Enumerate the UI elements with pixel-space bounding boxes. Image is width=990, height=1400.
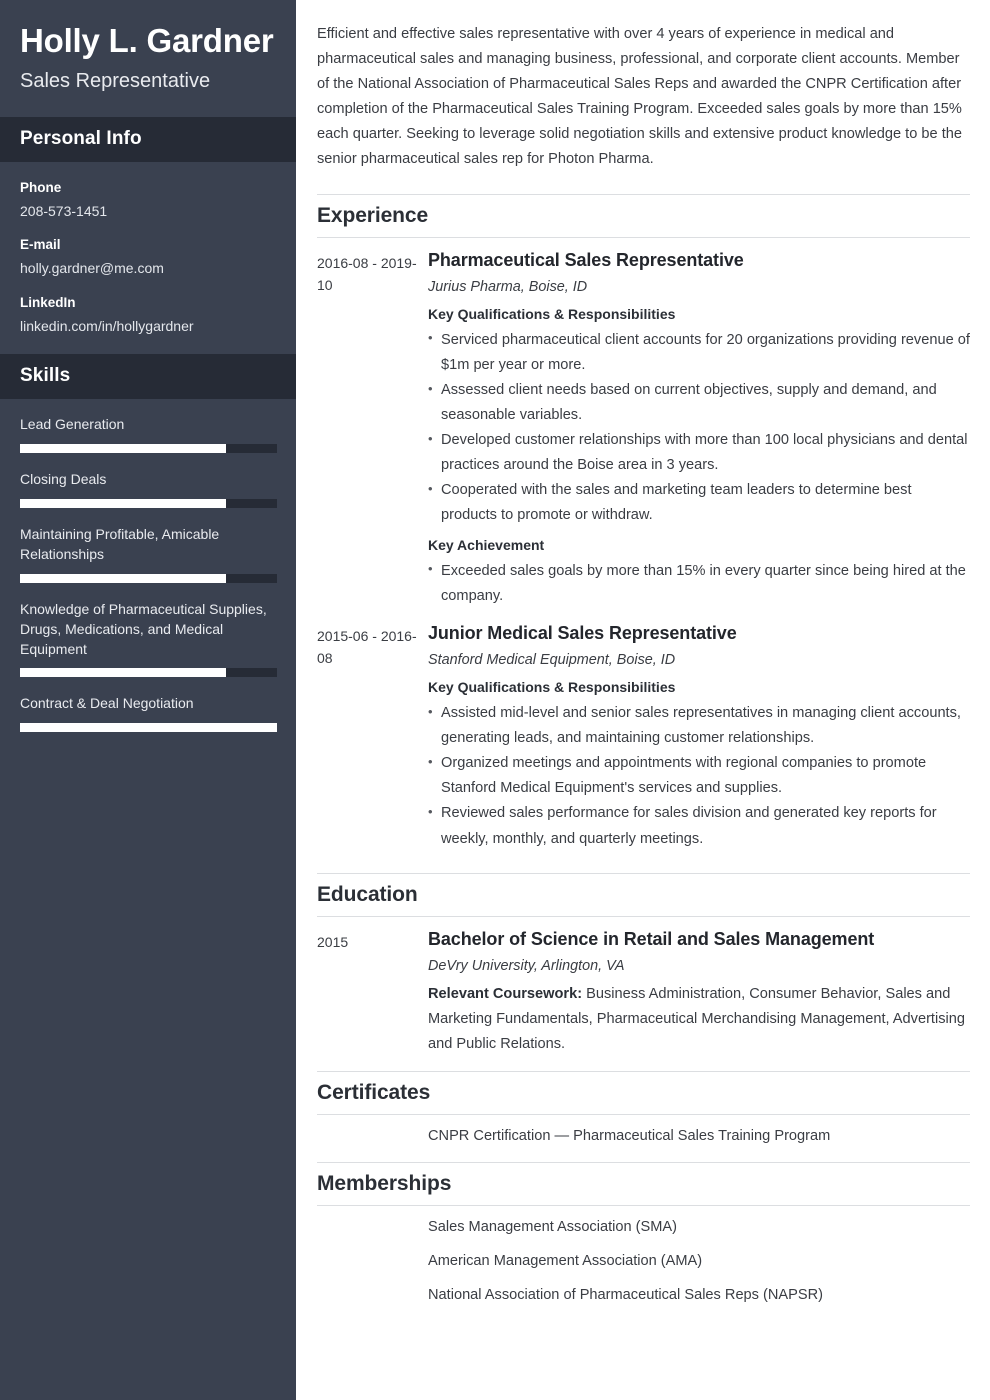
- entry-achievement-label: Key Achievement: [428, 536, 545, 553]
- entry-date-range: 2015: [317, 933, 349, 950]
- skill-bar-track: [20, 499, 277, 508]
- skill-item: Lead Generation: [20, 415, 277, 454]
- entry-company: Stanford Medical Equipment, Boise, ID: [428, 652, 676, 669]
- section-certificates: Certificates CNPR Certification — Pharma…: [317, 1071, 970, 1148]
- education-entry: 2015 Bachelor of Science in Retail and S…: [317, 928, 970, 1058]
- bullet-item: Cooperated with the sales and marketing …: [428, 478, 970, 528]
- contact-value-linkedin[interactable]: linkedin.com/in/hollygardner: [20, 316, 276, 336]
- contact-item-email: E-mail holly.gardner@me.com: [20, 235, 276, 279]
- main-content: Efficient and effective sales representa…: [296, 0, 990, 1400]
- skill-bar-track: [20, 668, 277, 678]
- skill-bar-fill: [20, 668, 226, 678]
- skill-bar-fill: [20, 444, 226, 454]
- entry-qualifications-label: Key Qualifications & Responsibilities: [428, 679, 676, 696]
- certificate-text: CNPR Certification — Pharmaceutical Sale…: [428, 1128, 831, 1145]
- contact-value-email[interactable]: holly.gardner@me.com: [20, 258, 276, 278]
- section-heading-memberships: Memberships: [317, 1162, 970, 1207]
- entry-details: Junior Medical Sales Representative Stan…: [428, 622, 970, 852]
- memberships-list: Sales Management Association (SMA) Ameri…: [317, 1206, 970, 1307]
- experience-entry: 2016-08 - 2019-10 Pharmaceutical Sales R…: [317, 249, 970, 609]
- membership-text: Sales Management Association (SMA): [428, 1219, 678, 1236]
- membership-text: National Association of Pharmaceutical S…: [428, 1286, 824, 1303]
- skill-bar-track: [20, 573, 277, 583]
- skill-bar-fill: [20, 573, 226, 583]
- entry-school: DeVry University, Arlington, VA: [428, 957, 625, 974]
- entry-achievement-list: Exceeded sales goals by more than 15% in…: [428, 558, 970, 609]
- list-item: American Management Association (AMA): [317, 1251, 970, 1273]
- contact-label: Phone: [20, 179, 62, 195]
- skills-heading: Skills: [0, 354, 296, 400]
- bullet-item: Serviced pharmaceutical client accounts …: [428, 327, 970, 378]
- list-item: Sales Management Association (SMA): [317, 1217, 970, 1239]
- skills-list: Lead Generation Closing Deals Maintainin…: [0, 399, 296, 752]
- contact-value-phone[interactable]: 208-573-1451: [20, 201, 276, 221]
- entry-coursework: Relevant Coursework: Business Administra…: [428, 982, 970, 1057]
- education-entries: 2015 Bachelor of Science in Retail and S…: [317, 917, 970, 1058]
- resume-page: Holly L. Gardner Sales Representative Pe…: [0, 0, 990, 1400]
- personal-info-list: Phone 208-573-1451 E-mail holly.gardner@…: [0, 162, 296, 355]
- entry-company: Jurius Pharma, Boise, ID: [428, 278, 588, 295]
- entry-degree: Bachelor of Science in Retail and Sales …: [428, 928, 875, 949]
- sidebar: Holly L. Gardner Sales Representative Pe…: [0, 0, 296, 1400]
- bullet-item: Reviewed sales performance for sales div…: [428, 801, 970, 851]
- certificates-list: CNPR Certification — Pharmaceutical Sale…: [317, 1115, 970, 1148]
- skill-bar-fill: [20, 499, 226, 508]
- skill-item: Maintaining Profitable, Amicable Relatio…: [20, 525, 277, 583]
- section-memberships: Memberships Sales Management Association…: [317, 1162, 970, 1307]
- entry-details: Bachelor of Science in Retail and Sales …: [428, 928, 970, 1058]
- entry-details: Pharmaceutical Sales Representative Juri…: [428, 249, 970, 609]
- list-item: National Association of Pharmaceutical S…: [317, 1285, 970, 1307]
- skill-label: Contract & Deal Negotiation: [20, 695, 194, 712]
- contact-label: LinkedIn: [20, 294, 76, 310]
- section-heading-certificates: Certificates: [317, 1071, 970, 1116]
- skill-label: Lead Generation: [20, 416, 125, 433]
- skill-label: Knowledge of Pharmaceutical Supplies, Dr…: [20, 600, 267, 657]
- section-heading-experience: Experience: [317, 193, 970, 238]
- entry-date-range: 2015-06 - 2016-08: [317, 627, 417, 667]
- bullet-item: Exceeded sales goals by more than 15% in…: [428, 558, 970, 609]
- skill-label: Closing Deals: [20, 471, 107, 488]
- candidate-name: Holly L. Gardner: [20, 22, 274, 59]
- bullet-item: Organized meetings and appointments with…: [428, 751, 970, 801]
- skill-item: Closing Deals: [20, 470, 277, 508]
- contact-label: E-mail: [20, 237, 61, 253]
- skill-item: Contract & Deal Negotiation: [20, 694, 277, 733]
- skill-bar-track: [20, 723, 277, 733]
- sidebar-header: Holly L. Gardner Sales Representative: [0, 0, 296, 117]
- experience-entries: 2016-08 - 2019-10 Pharmaceutical Sales R…: [317, 238, 970, 852]
- professional-summary: Efficient and effective sales representa…: [317, 26, 962, 168]
- list-item: CNPR Certification — Pharmaceutical Sale…: [317, 1126, 970, 1148]
- entry-qualifications-list: Serviced pharmaceutical client accounts …: [428, 327, 970, 529]
- entry-date-range: 2016-08 - 2019-10: [317, 254, 417, 294]
- bullet-item: Developed customer relationships with mo…: [428, 428, 970, 478]
- skill-bar-fill: [20, 723, 277, 733]
- entry-job-title: Pharmaceutical Sales Representative: [428, 249, 744, 270]
- section-education: Education 2015 Bachelor of Science in Re…: [317, 872, 970, 1058]
- personal-info-heading: Personal Info: [0, 116, 296, 162]
- bullet-item: Assessed client needs based on current o…: [428, 378, 970, 428]
- contact-item-phone: Phone 208-573-1451: [20, 178, 276, 222]
- entry-job-title: Junior Medical Sales Representative: [428, 622, 737, 643]
- entry-qualifications-label: Key Qualifications & Responsibilities: [428, 305, 676, 322]
- contact-item-linkedin: LinkedIn linkedin.com/in/hollygardner: [20, 293, 276, 337]
- bullet-item: Assisted mid-level and senior sales repr…: [428, 701, 970, 751]
- coursework-label: Relevant Coursework:: [428, 985, 583, 1002]
- skill-item: Knowledge of Pharmaceutical Supplies, Dr…: [20, 600, 277, 678]
- membership-text: American Management Association (AMA): [428, 1252, 703, 1269]
- entry-qualifications-list: Assisted mid-level and senior sales repr…: [428, 701, 970, 852]
- candidate-job-title: Sales Representative: [20, 69, 211, 92]
- section-heading-education: Education: [317, 872, 970, 917]
- skill-bar-track: [20, 444, 277, 454]
- skill-label: Maintaining Profitable, Amicable Relatio…: [20, 526, 220, 562]
- experience-entry: 2015-06 - 2016-08 Junior Medical Sales R…: [317, 622, 970, 852]
- section-experience: Experience 2016-08 - 2019-10 Pharmaceuti…: [317, 193, 970, 852]
